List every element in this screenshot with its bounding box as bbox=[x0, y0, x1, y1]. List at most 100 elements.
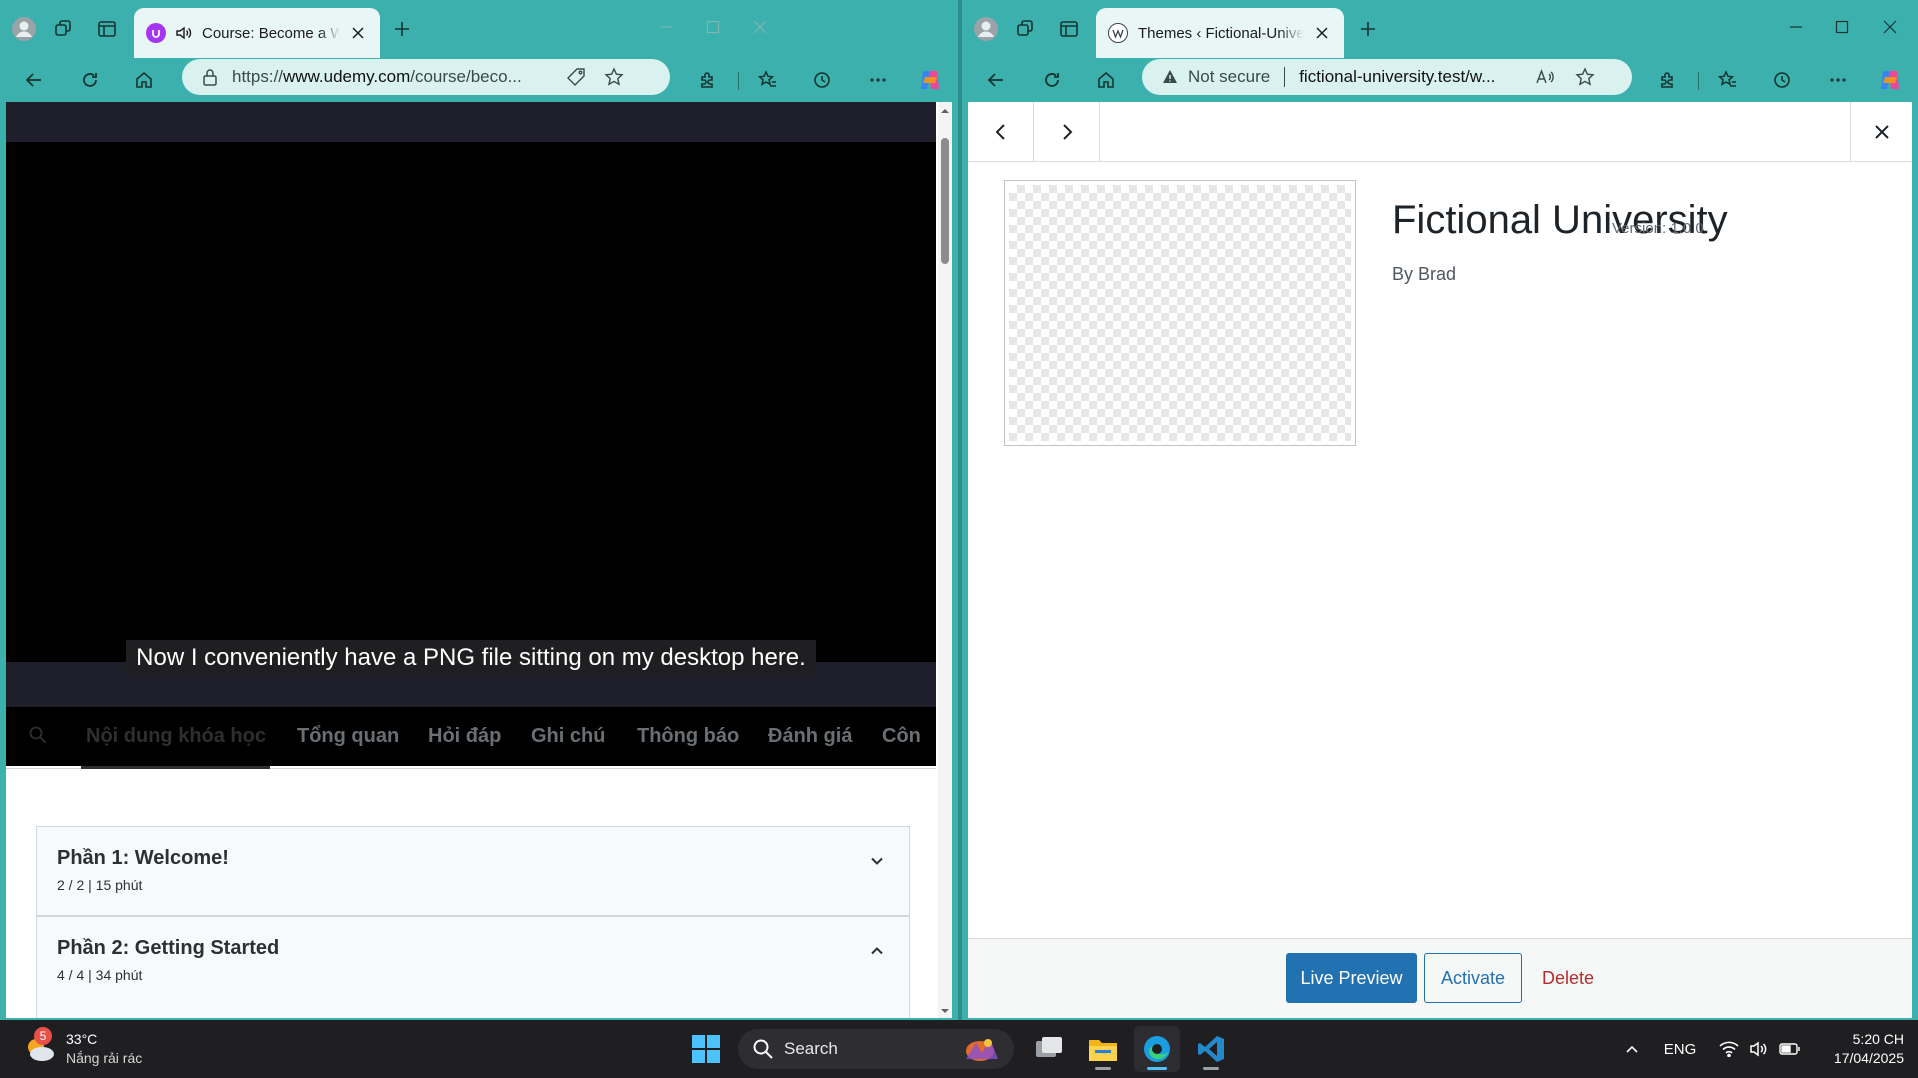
delete-button[interactable]: Delete bbox=[1528, 953, 1608, 1003]
lock-icon[interactable] bbox=[202, 68, 218, 86]
theme-actions: Live Preview Activate Delete bbox=[968, 938, 1912, 1018]
close-modal-button[interactable] bbox=[1850, 102, 1912, 162]
weather-widget[interactable]: 5 33°C Nắng rải rác bbox=[22, 1026, 182, 1072]
chevron-down-icon[interactable] bbox=[867, 851, 887, 871]
extensions-icon[interactable] bbox=[692, 64, 724, 96]
page-viewport: Fictional University Version: 1.0.0 By B… bbox=[968, 102, 1912, 1018]
weather-icon: 5 bbox=[22, 1027, 58, 1067]
previous-theme-button[interactable] bbox=[968, 102, 1034, 162]
not-secure-label[interactable]: Not secure bbox=[1188, 67, 1270, 87]
back-icon[interactable] bbox=[980, 64, 1012, 96]
scroll-down-icon[interactable] bbox=[938, 1004, 952, 1018]
copilot-icon[interactable] bbox=[1874, 64, 1906, 96]
clock[interactable]: 5:20 CH 17/04/2025 bbox=[1812, 1026, 1904, 1072]
scrollbar-thumb[interactable] bbox=[941, 138, 949, 264]
warning-icon[interactable] bbox=[1162, 69, 1178, 85]
tab-qa[interactable]: Hỏi đáp bbox=[428, 725, 501, 748]
more-options-icon[interactable] bbox=[862, 64, 894, 96]
section-meta: 2 / 2 | 15 phút bbox=[57, 877, 143, 893]
weather-description: Nắng rải rác bbox=[66, 1050, 143, 1066]
section-meta: 4 / 4 | 34 phút bbox=[57, 967, 143, 983]
favorites-icon[interactable] bbox=[1712, 64, 1744, 96]
start-icon[interactable] bbox=[686, 1026, 726, 1072]
minimize-icon[interactable] bbox=[1778, 12, 1814, 42]
new-tab-icon[interactable] bbox=[388, 15, 416, 43]
search-icon[interactable] bbox=[28, 725, 48, 745]
section-item[interactable]: Phần 1: Welcome! 2 / 2 | 15 phút bbox=[36, 826, 910, 916]
address-bar[interactable]: https://www.udemy.com/course/beco... bbox=[182, 59, 670, 95]
tab-notes[interactable]: Ghi chú bbox=[531, 725, 605, 748]
workspaces-icon[interactable] bbox=[50, 15, 78, 43]
extensions-icon[interactable] bbox=[1652, 64, 1684, 96]
tab-actions-icon[interactable] bbox=[1055, 15, 1083, 43]
close-tab-icon[interactable] bbox=[348, 23, 368, 43]
theme-screenshot bbox=[1004, 180, 1356, 446]
maximize-icon[interactable] bbox=[695, 12, 731, 42]
tab-title: Themes ‹ Fictional-University — WordPres… bbox=[1138, 24, 1304, 42]
search-placeholder: Search bbox=[784, 1039, 838, 1058]
tab-actions-icon[interactable] bbox=[93, 15, 121, 43]
tab-udemy-course[interactable]: Course: Become a WordPress Developer bbox=[134, 8, 380, 58]
url-text: https://www.udemy.com/course/beco... bbox=[232, 67, 522, 86]
close-window-icon[interactable] bbox=[1872, 12, 1908, 42]
battery-icon[interactable] bbox=[1779, 1042, 1801, 1056]
read-aloud-icon[interactable] bbox=[1535, 68, 1555, 86]
volume-icon[interactable] bbox=[1749, 1041, 1769, 1057]
notification-badge: 5 bbox=[34, 1027, 52, 1045]
tab-more[interactable]: Côn bbox=[882, 725, 921, 748]
history-icon[interactable] bbox=[1766, 64, 1798, 96]
theme-modal-header bbox=[968, 102, 1912, 162]
video-caption: Now I conveniently have a PNG file sitti… bbox=[6, 640, 936, 676]
tab-wordpress-themes[interactable]: Themes ‹ Fictional-University — WordPres… bbox=[1096, 8, 1344, 58]
history-icon[interactable] bbox=[806, 64, 838, 96]
refresh-icon[interactable] bbox=[74, 64, 106, 96]
tab-reviews[interactable]: Đánh giá bbox=[768, 725, 852, 748]
favorite-star-icon[interactable] bbox=[1575, 67, 1595, 87]
profile-icon[interactable] bbox=[972, 15, 1000, 43]
scroll-up-icon[interactable] bbox=[938, 104, 952, 118]
audio-playing-icon[interactable] bbox=[174, 24, 192, 42]
activate-button[interactable]: Activate bbox=[1424, 953, 1522, 1003]
favorites-icon[interactable] bbox=[752, 64, 784, 96]
chevron-up-icon[interactable] bbox=[1618, 1026, 1646, 1072]
section-item[interactable]: Phần 2: Getting Started 4 / 4 | 34 phút bbox=[36, 916, 910, 1018]
theme-author: By Brad bbox=[1392, 264, 1457, 284]
favorite-star-icon[interactable] bbox=[604, 67, 624, 87]
page-viewport: Now I conveniently have a PNG file sitti… bbox=[6, 102, 952, 1018]
minimize-icon[interactable] bbox=[648, 12, 684, 42]
clock-time: 5:20 CH bbox=[1852, 1031, 1904, 1047]
page-scrollbar[interactable] bbox=[938, 102, 952, 1018]
wifi-icon[interactable] bbox=[1719, 1041, 1739, 1057]
coupon-icon[interactable] bbox=[566, 67, 586, 87]
refresh-icon[interactable] bbox=[1036, 64, 1068, 96]
tab-bar: Course: Become a WordPress Developer bbox=[0, 0, 958, 58]
back-icon[interactable] bbox=[18, 64, 50, 96]
workspaces-icon[interactable] bbox=[1012, 15, 1040, 43]
language-indicator[interactable]: ENG bbox=[1658, 1026, 1702, 1072]
taskbar-search[interactable]: Search bbox=[738, 1029, 1014, 1069]
live-preview-button[interactable]: Live Preview bbox=[1286, 953, 1417, 1003]
home-icon[interactable] bbox=[128, 64, 160, 96]
edge-icon[interactable] bbox=[1134, 1026, 1180, 1072]
tab-overview[interactable]: Tổng quan bbox=[297, 725, 399, 748]
search-highlight-icon bbox=[952, 1031, 1004, 1067]
more-options-icon[interactable] bbox=[1822, 64, 1854, 96]
navigation-bar: https://www.udemy.com/course/beco... bbox=[0, 58, 958, 102]
home-icon[interactable] bbox=[1090, 64, 1122, 96]
new-tab-icon[interactable] bbox=[1354, 15, 1382, 43]
maximize-icon[interactable] bbox=[1824, 12, 1860, 42]
file-explorer-icon[interactable] bbox=[1080, 1026, 1126, 1072]
chevron-up-icon[interactable] bbox=[867, 941, 887, 961]
tab-course-content[interactable]: Nội dung khóa học bbox=[86, 725, 266, 748]
vscode-icon[interactable] bbox=[1188, 1026, 1234, 1072]
address-bar[interactable]: Not secure fictional-university.test/w..… bbox=[1142, 59, 1632, 95]
video-header-bar bbox=[6, 102, 936, 142]
task-view-icon[interactable] bbox=[1026, 1026, 1072, 1072]
close-window-icon[interactable] bbox=[742, 12, 778, 42]
profile-icon[interactable] bbox=[10, 15, 38, 43]
system-tray[interactable] bbox=[1714, 1026, 1806, 1072]
next-theme-button[interactable] bbox=[1034, 102, 1100, 162]
tab-announcements[interactable]: Thông báo bbox=[637, 725, 739, 748]
copilot-icon[interactable] bbox=[914, 64, 946, 96]
close-tab-icon[interactable] bbox=[1312, 23, 1332, 43]
